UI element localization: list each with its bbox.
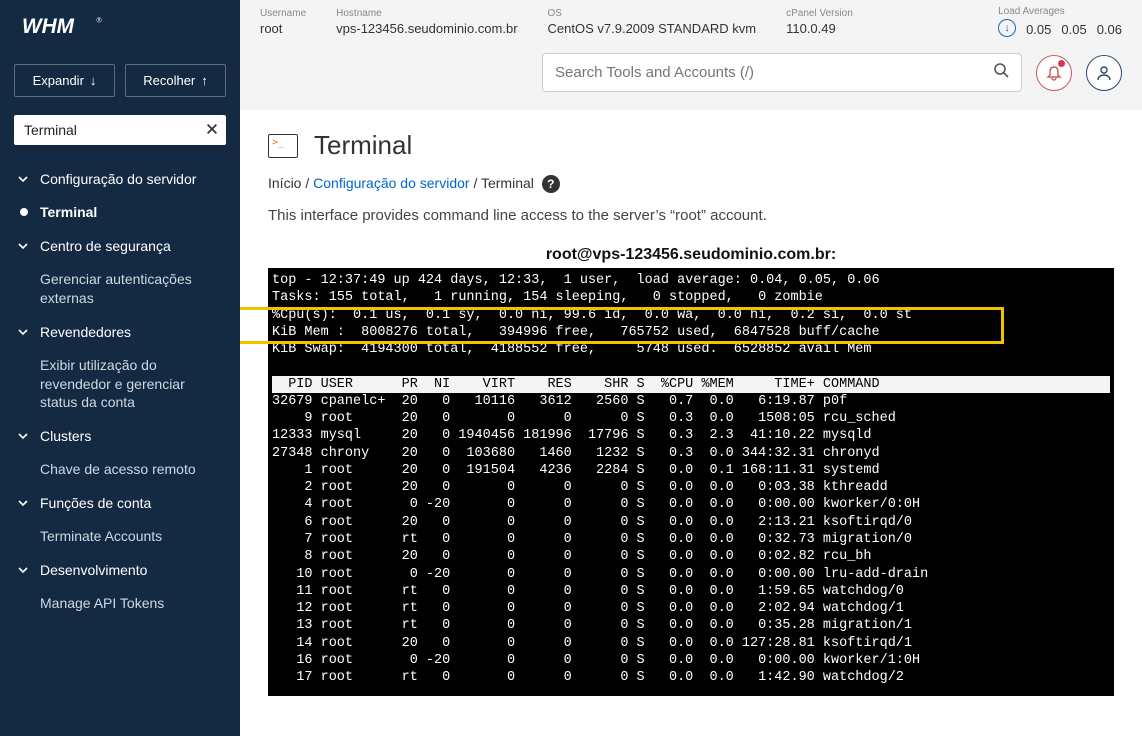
- nav-section[interactable]: Desenvolvimento: [0, 554, 240, 586]
- chevron-down-icon: [18, 565, 30, 575]
- nav-section[interactable]: Funções de conta: [0, 487, 240, 519]
- breadcrumb: Início / Configuração do servidor / Term…: [268, 175, 1114, 193]
- chevron-down-icon: [18, 174, 30, 184]
- load-15: 0.06: [1097, 22, 1122, 37]
- nav-item[interactable]: Gerenciar autenticações externas: [0, 262, 240, 316]
- sidebar-nav: Configuração do servidorTerminalCentro d…: [0, 157, 240, 627]
- notifications-button[interactable]: [1036, 55, 1072, 91]
- sidebar-search[interactable]: [14, 115, 226, 145]
- help-icon[interactable]: ?: [542, 175, 560, 193]
- whm-logo[interactable]: WHM ®: [0, 0, 240, 54]
- hostname-label: Hostname: [336, 8, 517, 19]
- arrow-down-icon: ↓: [90, 73, 97, 88]
- page-description: This interface provides command line acc…: [268, 207, 1114, 224]
- chevron-down-icon: [18, 241, 30, 251]
- os-value: CentOS v7.9.2009 STANDARD kvm: [548, 21, 757, 36]
- terminal-output[interactable]: top - 12:37:49 up 424 days, 12:33, 1 use…: [268, 268, 1114, 696]
- os-label: OS: [548, 8, 757, 19]
- crumb-section[interactable]: Configuração do servidor: [313, 175, 469, 191]
- nav-section[interactable]: Centro de segurança: [0, 230, 240, 262]
- load-averages-label: Load Averages: [998, 6, 1122, 17]
- chevron-down-icon: [18, 431, 30, 441]
- username-value: root: [260, 21, 306, 36]
- nav-item[interactable]: Terminate Accounts: [0, 519, 240, 554]
- sidebar-search-input[interactable]: [24, 122, 205, 138]
- load-1: 0.05: [1026, 22, 1051, 37]
- crumb-current: Terminal: [481, 175, 534, 191]
- page-title: Terminal: [314, 130, 412, 161]
- toolbar: [240, 45, 1142, 110]
- load-5: 0.05: [1061, 22, 1086, 37]
- download-update-icon[interactable]: ↓: [998, 19, 1016, 37]
- terminal-icon: [268, 134, 298, 158]
- chevron-down-icon: [18, 498, 30, 508]
- server-info-bar: Username root Hostname vps-123456.seudomin…: [240, 0, 1142, 45]
- clear-search-icon[interactable]: [205, 122, 219, 138]
- account-button[interactable]: [1086, 55, 1122, 91]
- nav-section[interactable]: Clusters: [0, 420, 240, 452]
- nav-section[interactable]: Revendedores: [0, 316, 240, 348]
- nav-item[interactable]: Terminal: [0, 195, 240, 230]
- notification-dot-icon: [1058, 60, 1065, 67]
- svg-text:WHM: WHM: [22, 15, 75, 38]
- crumb-home[interactable]: Início: [268, 175, 301, 191]
- cpanel-version-label: cPanel Version: [786, 8, 853, 19]
- nav-section[interactable]: Configuração do servidor: [0, 163, 240, 195]
- username-label: Username: [260, 8, 306, 19]
- search-icon: [993, 62, 1009, 83]
- nav-item[interactable]: Manage API Tokens: [0, 586, 240, 621]
- sidebar: WHM ® Expandir↓ Recolher↑ Configuração do…: [0, 0, 240, 736]
- global-search[interactable]: [542, 53, 1022, 92]
- chevron-down-icon: [18, 327, 30, 337]
- arrow-up-icon: ↑: [201, 73, 208, 88]
- nav-item[interactable]: Chave de acesso remoto: [0, 452, 240, 487]
- global-search-input[interactable]: [555, 64, 993, 81]
- svg-text:®: ®: [97, 17, 102, 25]
- terminal-host-title: root@vps-123456.seudominio.com.br:: [268, 246, 1114, 264]
- collapse-all-button[interactable]: Recolher↑: [125, 64, 226, 97]
- expand-all-button[interactable]: Expandir↓: [14, 64, 115, 97]
- cpanel-version-value: 110.0.49: [786, 21, 853, 36]
- nav-item[interactable]: Exibir utilização do revendedor e gerenc…: [0, 348, 240, 421]
- hostname-value: vps-123456.seudominio.com.br: [336, 21, 517, 36]
